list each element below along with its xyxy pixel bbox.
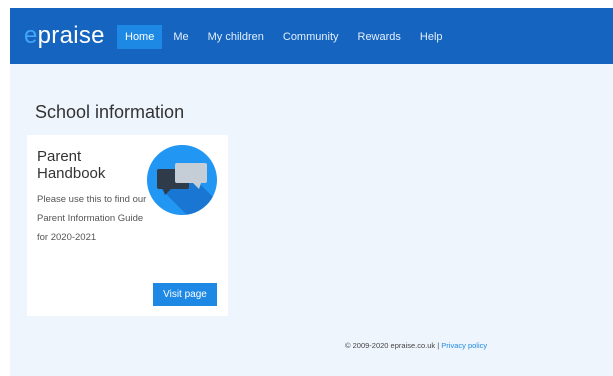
nav-my-children[interactable]: My children — [200, 25, 272, 49]
copyright-text: © 2009-2020 epraise.co.uk — [345, 341, 436, 350]
page-title: School information — [35, 102, 185, 123]
navbar: epraise Home Me My children Community Re… — [10, 8, 613, 64]
footer: © 2009-2020 epraise.co.uk | Privacy poli… — [345, 341, 487, 350]
main-nav: Home Me My children Community Rewards He… — [117, 25, 454, 49]
parent-handbook-card: Parent Handbook Please use this to find … — [27, 135, 228, 316]
nav-help[interactable]: Help — [412, 25, 451, 49]
nav-me[interactable]: Me — [165, 25, 196, 49]
card-description: Please use this to find our Parent Infor… — [37, 194, 147, 243]
speech-bubbles-icon — [147, 145, 217, 215]
epraise-logo[interactable]: epraise — [24, 22, 105, 50]
nav-community[interactable]: Community — [275, 25, 347, 49]
nav-home[interactable]: Home — [117, 25, 163, 49]
logo-text: praise — [37, 22, 105, 49]
nav-rewards[interactable]: Rewards — [350, 25, 409, 49]
privacy-policy-link[interactable]: Privacy policy — [441, 341, 487, 350]
logo-e: e — [24, 22, 38, 49]
visit-page-button[interactable]: Visit page — [153, 283, 217, 306]
top-strip — [0, 0, 613, 8]
card-title: Parent Handbook — [37, 148, 106, 182]
left-strip — [0, 8, 10, 376]
